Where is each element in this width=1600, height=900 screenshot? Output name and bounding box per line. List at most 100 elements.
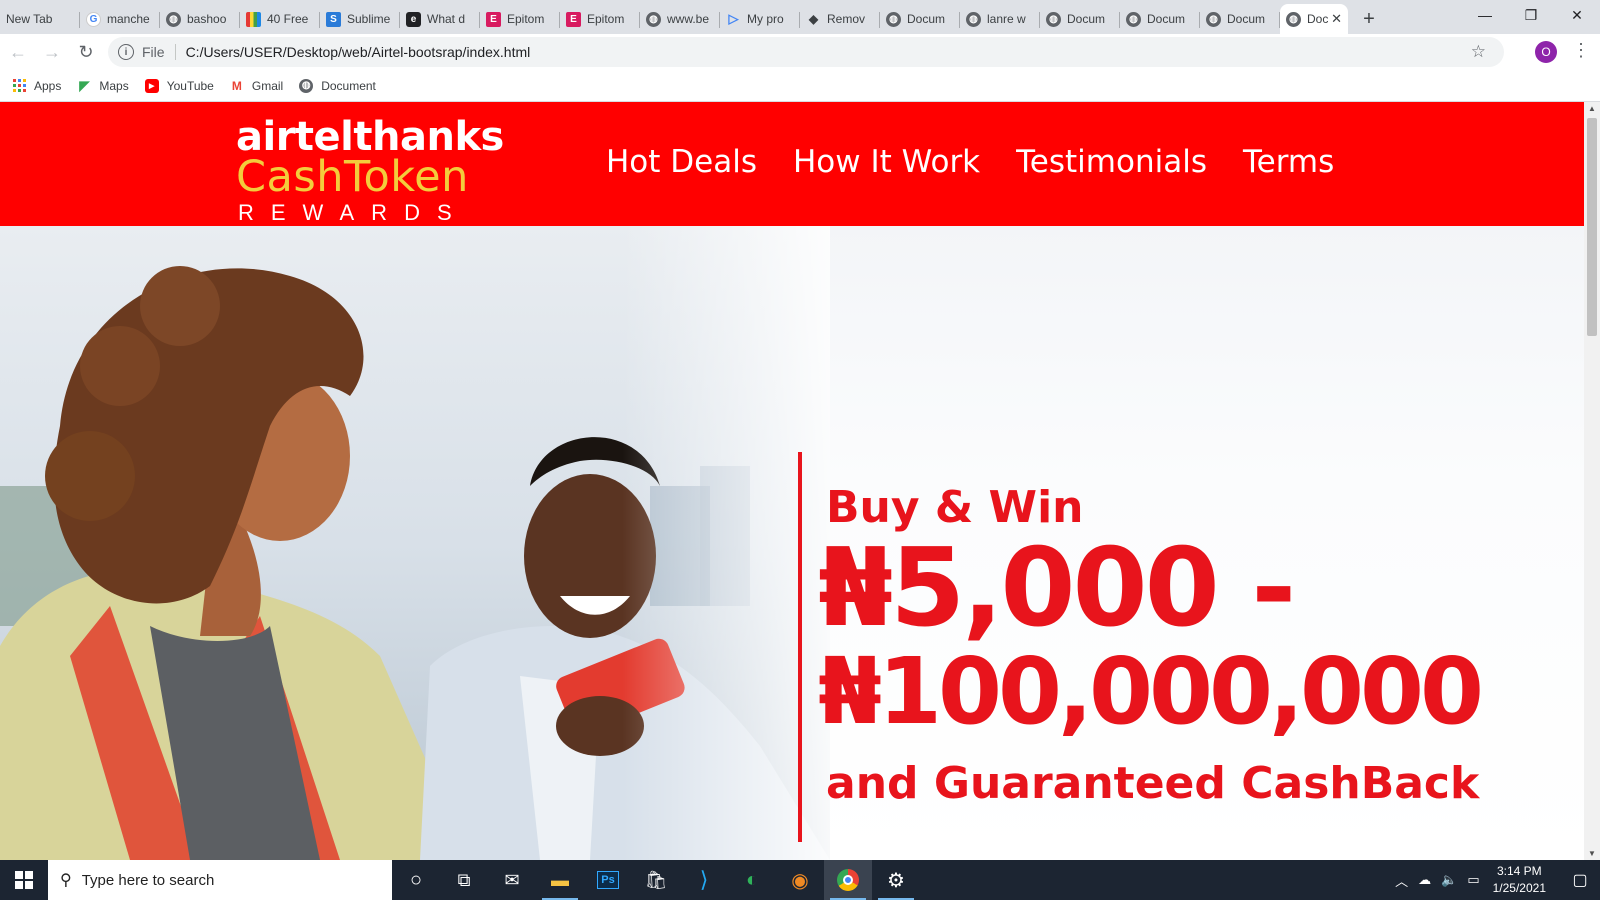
tab[interactable]: ◍ lanre w (960, 4, 1040, 34)
address-url[interactable]: C:/Users/USER/Desktop/web/Airtel-bootsra… (186, 44, 531, 60)
store-icon[interactable]: 🛍 (632, 860, 680, 900)
tab-label: My pro (747, 12, 784, 26)
photoshop-icon[interactable]: Ps (584, 860, 632, 900)
restore-icon[interactable]: ❐ (1508, 0, 1554, 30)
tab-label: Docum (1227, 12, 1266, 26)
info-icon[interactable]: i (118, 44, 134, 60)
notifications-icon[interactable]: ▢ (1560, 860, 1600, 900)
sublime-icon: S (326, 11, 341, 27)
tab-label: Epitom (507, 12, 545, 26)
tab[interactable]: 40 Free (240, 4, 320, 34)
tab-label: Remov (827, 12, 866, 26)
tab[interactable]: ◍ Docum (1200, 4, 1280, 34)
tab-active[interactable]: ◍ Doc ✕ (1280, 4, 1348, 34)
grad-cap-icon: ◆ (808, 12, 819, 26)
airtel-cashtoken-logo[interactable]: airtelthanks CashToken REWARDS (236, 114, 504, 225)
gmail-icon: M (231, 78, 242, 93)
youtube-icon: ▶ (144, 78, 159, 93)
settings-gear-icon[interactable]: ⚙ (872, 860, 920, 900)
mail-icon[interactable]: ✉ (488, 860, 536, 900)
vscode-icon[interactable]: ⟩ (680, 860, 728, 900)
tab[interactable]: ◍ Docum (880, 4, 960, 34)
minimize-icon[interactable]: — (1462, 0, 1508, 30)
globe-icon: ◍ (1206, 11, 1221, 27)
site-nav: Hot Deals How It Work Testimonials Terms (606, 144, 1370, 180)
globe-icon: ◍ (966, 11, 981, 27)
window-controls: — ❐ ✕ (1462, 0, 1600, 30)
page-scrollbar[interactable]: ▲ ▼ (1584, 102, 1600, 860)
task-view-icon[interactable]: ⧉ (440, 860, 488, 900)
chrome-icon[interactable] (824, 860, 872, 900)
file-explorer-icon[interactable]: ▬ (536, 860, 584, 900)
logo-line-3: REWARDS (238, 200, 469, 225)
tab[interactable]: S Sublime (320, 4, 400, 34)
volume-icon[interactable]: 🔈 (1441, 872, 1457, 888)
tab-label: Docum (907, 12, 946, 26)
reload-icon[interactable]: ↻ (70, 38, 102, 66)
tab[interactable]: e What d (400, 4, 480, 34)
bookmark-star-icon[interactable]: ☆ (1471, 42, 1486, 62)
nav-testimonials[interactable]: Testimonials (1016, 144, 1207, 180)
bookmark-maps[interactable]: ◤ Maps (77, 78, 129, 93)
globe-icon: ◍ (646, 11, 661, 27)
tab-label: Docum (1067, 12, 1106, 26)
apps-grid-icon (12, 79, 26, 93)
nav-how-it-work[interactable]: How It Work (793, 144, 980, 180)
tab[interactable]: Gmanche (80, 4, 160, 34)
hero-divider (798, 452, 802, 842)
tab[interactable]: ◍ Docum (1040, 4, 1120, 34)
bookmark-label: YouTube (166, 78, 214, 93)
address-divider (174, 44, 176, 60)
tab-label: Doc (1307, 12, 1329, 26)
tab[interactable]: ◍ bashoo (160, 4, 240, 34)
taskbar-clock[interactable]: 3:14 PM 1/25/2021 (1493, 863, 1546, 897)
edge-icon[interactable]: ◐ (728, 860, 776, 900)
scrollbar-thumb[interactable] (1587, 118, 1597, 336)
tab-label: www.be (667, 12, 710, 26)
more-menu-icon[interactable]: ⋮ (1572, 40, 1590, 61)
new-tab-button[interactable]: + (1354, 4, 1384, 34)
taskbar-search[interactable]: ⚲ Type here to search (48, 860, 392, 900)
tab[interactable]: E Epitom (480, 4, 560, 34)
tab[interactable]: ◍ www.be (640, 4, 720, 34)
address-bar[interactable]: i File C:/Users/USER/Desktop/web/Airtel-… (108, 37, 1504, 67)
color-bars-icon (246, 11, 261, 27)
tab[interactable]: ◆ Remov (800, 4, 880, 34)
profile-avatar[interactable]: O (1535, 41, 1557, 63)
close-tab-icon[interactable]: ✕ (1331, 11, 1342, 27)
start-button[interactable] (0, 860, 48, 900)
bookmark-document[interactable]: ◍ Document (299, 78, 376, 93)
media-player-icon[interactable]: ◉ (776, 860, 824, 900)
site-header: airtelthanks CashToken REWARDS Hot Deals… (0, 102, 1584, 226)
tab[interactable]: E Epitom (560, 4, 640, 34)
hero-amount-high: ₦100,000,000 (818, 638, 1484, 745)
tray-chevron-icon[interactable]: ︿ (1395, 871, 1408, 890)
address-scheme: File (142, 44, 165, 60)
battery-icon[interactable]: ▭ (1467, 872, 1479, 888)
bookmarks-bar: Apps ◤ Maps ▶ YouTube M Gmail ◍ Document (0, 70, 1600, 102)
tab[interactable]: New Tab (0, 4, 80, 34)
tab[interactable]: ◍ Docum (1120, 4, 1200, 34)
nav-terms[interactable]: Terms (1243, 144, 1334, 180)
clock-date: 1/25/2021 (1492, 881, 1546, 895)
hero-banner: Buy & Win ₦5,000 - ₦100,000,000 and Guar… (0, 226, 1584, 860)
bookmark-gmail[interactable]: M Gmail (230, 79, 283, 93)
e-icon: E (566, 11, 581, 27)
close-window-icon[interactable]: ✕ (1554, 0, 1600, 30)
forward-icon[interactable]: → (36, 38, 68, 66)
tab-label: Sublime (347, 12, 391, 26)
onedrive-icon[interactable]: ☁ (1418, 872, 1431, 888)
back-icon[interactable]: ← (2, 38, 34, 66)
nav-hot-deals[interactable]: Hot Deals (606, 144, 757, 180)
bookmark-youtube[interactable]: ▶ YouTube (144, 78, 214, 93)
bookmark-label: Maps (99, 78, 129, 93)
scroll-down-icon[interactable]: ▼ (1588, 849, 1596, 858)
bookmark-apps[interactable]: Apps (12, 79, 61, 93)
tab[interactable]: ▷ My pro (720, 4, 800, 34)
tab-label: New Tab (6, 12, 53, 26)
app-icon: e (406, 11, 421, 27)
browser-toolbar: ← → ↻ i File C:/Users/USER/Desktop/web/A… (0, 34, 1600, 70)
tab-label: bashoo (187, 12, 227, 26)
scroll-up-icon[interactable]: ▲ (1588, 104, 1596, 113)
cortana-icon[interactable]: ○ (392, 860, 440, 900)
